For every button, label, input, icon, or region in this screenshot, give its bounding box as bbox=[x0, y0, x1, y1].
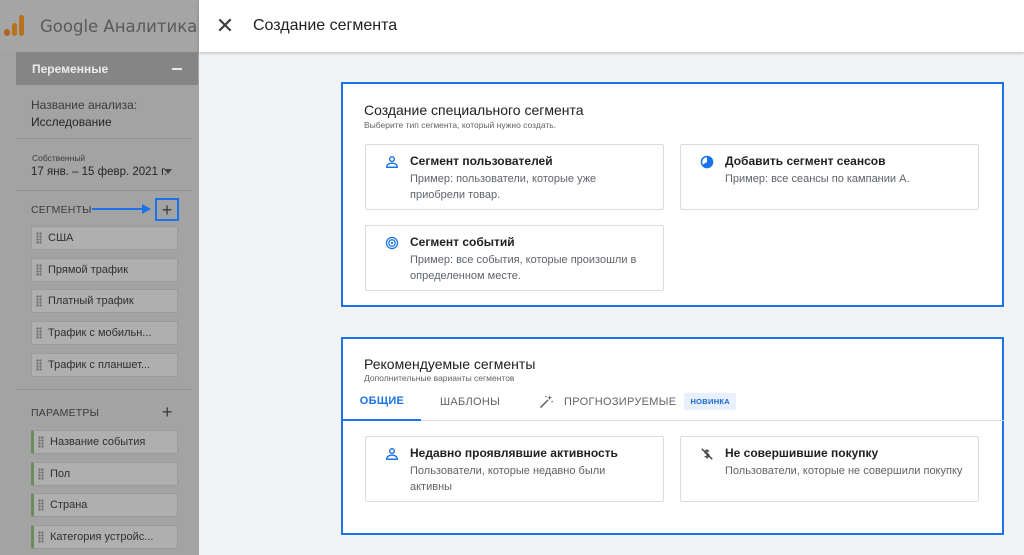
person-icon bbox=[386, 156, 398, 168]
non-purchasers-option[interactable]: Не совершившие покупку Пользователи, кот… bbox=[680, 436, 979, 502]
drag-handle-icon[interactable] bbox=[38, 499, 44, 511]
event-segment-option[interactable]: Сегмент событий Пример: все события, кот… bbox=[365, 225, 664, 291]
segment-chip-label: Прямой трафик bbox=[48, 264, 129, 276]
drag-handle-icon[interactable] bbox=[36, 232, 42, 244]
segment-chip[interactable]: Платный трафик bbox=[31, 289, 178, 313]
user-segment-option[interactable]: Сегмент пользователей Пример: пользовате… bbox=[365, 144, 664, 210]
option-title: Добавить сегмент сеансов bbox=[725, 154, 886, 168]
segment-chip-label: Трафик с планшет... bbox=[48, 359, 151, 371]
add-segment-button[interactable]: + bbox=[155, 198, 179, 221]
option-description: Пользователи, которые не совершили покуп… bbox=[725, 465, 963, 477]
drag-handle-icon[interactable] bbox=[36, 359, 42, 371]
recently-active-option[interactable]: Недавно проявлявшие активность Пользоват… bbox=[365, 436, 664, 502]
parameter-chip[interactable]: Название события bbox=[31, 430, 178, 454]
tab-label: ШАБЛОНЫ bbox=[440, 395, 501, 408]
parameter-chip-label: Категория устройс... bbox=[50, 531, 154, 543]
drag-handle-icon[interactable] bbox=[36, 264, 42, 276]
chevron-down-icon[interactable] bbox=[164, 169, 172, 174]
segment-chip[interactable]: США bbox=[31, 226, 178, 250]
analysis-name-label: Название анализа: bbox=[31, 98, 138, 112]
option-description: Пользователи, которые недавно были актив… bbox=[410, 465, 606, 493]
panel-header: ✕ Создание сегмента bbox=[199, 0, 1024, 52]
recommended-segments-card: Рекомендуемые сегменты Дополнительные ва… bbox=[341, 337, 1004, 535]
session-segment-option[interactable]: Добавить сегмент сеансов Пример: все сеа… bbox=[680, 144, 979, 210]
option-title: Не совершившие покупку bbox=[725, 446, 879, 460]
session-icon bbox=[700, 155, 714, 169]
date-range-selector[interactable]: 17 янв. – 15 февр. 2021 г. bbox=[31, 166, 167, 178]
option-description: Пример: все события, которые произошли в… bbox=[410, 254, 637, 282]
option-title: Сегмент пользователей bbox=[410, 154, 553, 168]
option-description: Пример: все сеансы по кампании A. bbox=[725, 173, 910, 185]
custom-segment-title: Создание специального сегмента bbox=[364, 102, 584, 118]
parameter-chip-label: Название события bbox=[50, 436, 146, 448]
annotation-arrow-head bbox=[142, 204, 151, 214]
parameter-chip-label: Страна bbox=[50, 499, 88, 511]
drag-handle-icon[interactable] bbox=[38, 468, 44, 480]
person-icon bbox=[386, 448, 398, 460]
divider bbox=[16, 138, 192, 139]
magic-wand-icon bbox=[540, 395, 553, 408]
segment-chip[interactable]: Трафик с планшет... bbox=[31, 353, 178, 377]
parameter-chip[interactable]: Пол bbox=[31, 462, 178, 486]
tab-predictive[interactable]: ПРОГНОЗИРУЕМЫЕ НОВИНКА bbox=[539, 383, 737, 420]
ga-header: Google Аналитика bbox=[0, 0, 199, 52]
panel-title: Создание сегмента bbox=[253, 17, 398, 34]
variables-label: Переменные bbox=[32, 61, 109, 76]
parameters-label: ПАРАМЕТРЫ bbox=[31, 407, 100, 419]
parameter-chip[interactable]: Категория устройс... bbox=[31, 525, 178, 549]
add-parameter-button[interactable]: + bbox=[162, 403, 173, 421]
tab-general[interactable]: ОБЩИЕ bbox=[343, 383, 421, 421]
variables-panel: Название анализа: Исследование Собственн… bbox=[16, 85, 198, 555]
custom-segment-subtitle: Выберите тип сегмента, который нужно соз… bbox=[364, 120, 557, 130]
divider bbox=[16, 190, 192, 191]
date-type-label: Собственный bbox=[32, 153, 86, 163]
no-purchase-icon bbox=[701, 448, 713, 460]
segment-chip[interactable]: Прямой трафик bbox=[31, 258, 178, 282]
option-description: Пример: пользователи, которые уже приобр… bbox=[410, 173, 597, 201]
analysis-name-value[interactable]: Исследование bbox=[31, 115, 112, 129]
tab-label: ОБЩИЕ bbox=[359, 395, 405, 407]
annotation-arrow bbox=[92, 208, 144, 210]
segment-chip-label: Платный трафик bbox=[48, 295, 134, 307]
custom-segment-card: Создание специального сегмента Выберите … bbox=[341, 82, 1004, 307]
drag-handle-icon[interactable] bbox=[38, 531, 44, 543]
drag-handle-icon[interactable] bbox=[36, 295, 42, 307]
new-badge: НОВИНКА bbox=[684, 393, 737, 410]
drag-handle-icon[interactable] bbox=[36, 327, 42, 339]
recommended-title: Рекомендуемые сегменты bbox=[364, 356, 536, 372]
collapse-icon[interactable] bbox=[172, 67, 182, 70]
tab-templates[interactable]: ШАБЛОНЫ bbox=[440, 383, 500, 420]
segment-chip-label: Трафик с мобильн... bbox=[48, 327, 152, 339]
segment-tabs: ОБЩИЕ ШАБЛОНЫ ПРОГНОЗИРУЕМЫЕ НОВИНКА bbox=[343, 383, 1004, 421]
variables-header[interactable]: Переменные bbox=[16, 52, 198, 85]
option-title: Недавно проявлявшие активность bbox=[410, 446, 618, 460]
drag-handle-icon[interactable] bbox=[38, 436, 44, 448]
segments-label: СЕГМЕНТЫ bbox=[31, 204, 92, 216]
divider bbox=[16, 389, 192, 390]
segment-chip[interactable]: Трафик с мобильн... bbox=[31, 321, 178, 345]
create-segment-panel: ✕ Создание сегмента Создание специальног… bbox=[199, 0, 1024, 555]
tab-label: ПРОГНОЗИРУЕМЫЕ bbox=[564, 395, 677, 408]
parameter-chip-label: Пол bbox=[50, 468, 71, 480]
parameter-chip[interactable]: Страна bbox=[31, 493, 178, 517]
sidebar: Google Аналитика Переменные Название ана… bbox=[0, 0, 199, 555]
option-title: Сегмент событий bbox=[410, 235, 515, 249]
recommended-subtitle: Дополнительные варианты сегментов bbox=[364, 373, 515, 383]
app-title: Google Аналитика bbox=[40, 16, 198, 36]
segment-chip-label: США bbox=[48, 232, 74, 244]
close-icon[interactable]: ✕ bbox=[203, 14, 247, 39]
event-icon bbox=[385, 236, 399, 250]
analytics-logo-icon bbox=[4, 15, 26, 37]
